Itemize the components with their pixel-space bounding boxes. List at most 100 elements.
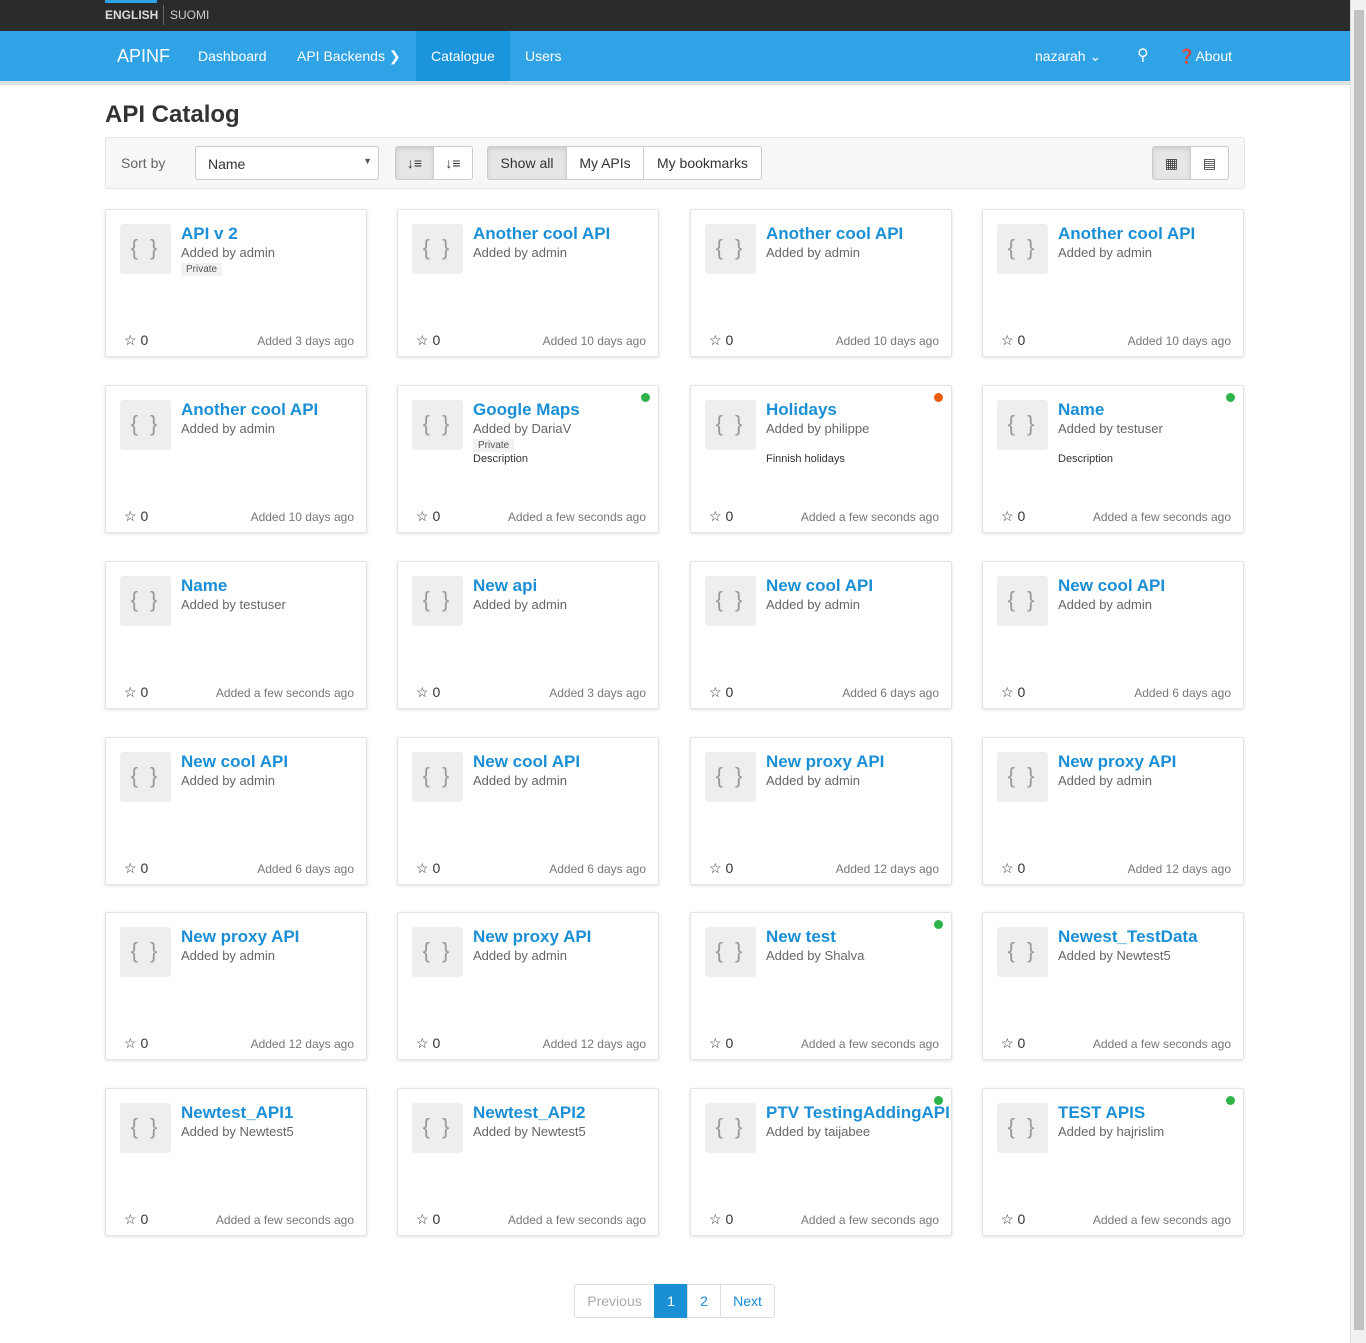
api-title-link[interactable]: Google Maps [473,400,580,420]
api-card[interactable]: { } Newtest_API2 Added by Newtest5 ☆ 0 Ad… [397,1088,659,1236]
bookmark-button[interactable]: ☆ 0 [124,684,148,701]
api-logo-braces-icon: { } [120,224,171,274]
bookmark-count: 0 [140,860,149,876]
api-card[interactable]: { } New proxy API Added by admin ☆ 0 Adde… [397,912,659,1060]
bookmark-button[interactable]: ☆ 0 [124,508,148,525]
bookmark-button[interactable]: ☆ 0 [124,332,148,349]
api-title-link[interactable]: Another cool API [181,400,318,420]
api-card[interactable]: { } Name Added by testuser Description ☆ 0… [982,385,1244,533]
api-title-link[interactable]: Name [181,576,227,596]
api-title-link[interactable]: PTV TestingAddingAPI [766,1103,950,1123]
bookmark-button[interactable]: ☆ 0 [416,1035,440,1052]
api-card[interactable]: { } New proxy API Added by admin ☆ 0 Adde… [690,737,952,885]
api-card[interactable]: { } PTV TestingAddingAPI Added by taijab… [690,1088,952,1236]
api-card[interactable]: { } Newest_TestData Added by Newtest5 ☆ 0… [982,912,1244,1060]
api-card[interactable]: { } New cool API Added by admin ☆ 0 Added… [690,561,952,709]
api-logo-braces-icon: { } [997,576,1048,626]
user-menu[interactable]: nazarah ⌄ [1020,31,1116,81]
scrollbar[interactable] [1350,0,1366,1343]
api-title-link[interactable]: New proxy API [473,927,591,947]
api-card[interactable]: { } Holidays Added by philippe Finnish ho… [690,385,952,533]
api-card[interactable]: { } Another cool API Added by admin ☆ 0 A… [397,209,659,357]
pagination-page-1[interactable]: 1 [654,1284,688,1318]
api-title-link[interactable]: API v 2 [181,224,238,244]
api-card[interactable]: { } New cool API Added by admin ☆ 0 Added… [982,561,1244,709]
api-card[interactable]: { } New api Added by admin ☆ 0 Added 3 da… [397,561,659,709]
bookmark-button[interactable]: ☆ 0 [124,1035,148,1052]
scrollbar-thumb[interactable] [1354,10,1364,1330]
api-title-link[interactable]: Name [1058,400,1104,420]
bookmark-button[interactable]: ☆ 0 [1001,1211,1025,1228]
api-title-link[interactable]: New proxy API [181,927,299,947]
bookmark-button[interactable]: ☆ 0 [1001,684,1025,701]
api-card[interactable]: { } Another cool API Added by admin ☆ 0 A… [690,209,952,357]
star-icon: ☆ [1001,332,1014,348]
nav-catalogue[interactable]: Catalogue [416,31,510,81]
bookmark-button[interactable]: ☆ 0 [1001,1035,1025,1052]
bookmark-button[interactable]: ☆ 0 [416,684,440,701]
api-title-link[interactable]: Holidays [766,400,837,420]
api-title-link[interactable]: Newtest_API2 [473,1103,585,1123]
api-card[interactable]: { } TEST APIS Added by hajrislim ☆ 0 Adde… [982,1088,1244,1236]
filter-my-apis[interactable]: My APIs [566,146,644,180]
api-title-link[interactable]: Newest_TestData [1058,927,1198,947]
api-title-link[interactable]: New cool API [766,576,873,596]
bookmark-button[interactable]: ☆ 0 [709,332,733,349]
api-title-link[interactable]: New cool API [181,752,288,772]
bookmark-button[interactable]: ☆ 0 [709,860,733,877]
pagination-previous[interactable]: Previous [574,1284,655,1318]
lang-suomi[interactable]: SUOMI [170,8,209,22]
api-card[interactable]: { } New cool API Added by admin ☆ 0 Added… [397,737,659,885]
pagination-page-2[interactable]: 2 [687,1284,721,1318]
brand-link[interactable]: APINF [102,31,185,81]
api-card[interactable]: { } New proxy API Added by admin ☆ 0 Adde… [105,912,367,1060]
api-card[interactable]: { } Google Maps Added by DariaV Private De… [397,385,659,533]
api-title-link[interactable]: Another cool API [473,224,610,244]
api-card[interactable]: { } Another cool API Added by admin ☆ 0 A… [105,385,367,533]
table-view-icon[interactable]: ▤ [1190,146,1229,180]
api-title-link[interactable]: New api [473,576,537,596]
bookmark-button[interactable]: ☆ 0 [416,860,440,877]
api-card[interactable]: { } New test Added by Shalva ☆ 0 Added a … [690,912,952,1060]
nav-users[interactable]: Users [510,31,577,81]
bookmark-button[interactable]: ☆ 0 [709,684,733,701]
bookmark-button[interactable]: ☆ 0 [1001,860,1025,877]
nav-dashboard[interactable]: Dashboard [183,31,282,81]
bookmark-button[interactable]: ☆ 0 [709,1035,733,1052]
filter-my-bookmarks[interactable]: My bookmarks [643,146,762,180]
bookmark-button[interactable]: ☆ 0 [416,1211,440,1228]
api-card[interactable]: { } Another cool API Added by admin ☆ 0 A… [982,209,1244,357]
about-link[interactable]: ❓About [1163,31,1247,81]
bookmark-button[interactable]: ☆ 0 [124,1211,148,1228]
bookmark-button[interactable]: ☆ 0 [1001,508,1025,525]
api-title-link[interactable]: Another cool API [766,224,903,244]
bookmark-button[interactable]: ☆ 0 [416,508,440,525]
bookmark-button[interactable]: ☆ 0 [709,1211,733,1228]
bookmark-button[interactable]: ☆ 0 [1001,332,1025,349]
api-card[interactable]: { } New cool API Added by admin ☆ 0 Added… [105,737,367,885]
sort-ascending-button[interactable]: ↓≡ [395,146,434,180]
nav-api-backends[interactable]: API Backends ❯ [282,31,416,81]
api-title-link[interactable]: Another cool API [1058,224,1195,244]
api-title-link[interactable]: Newtest_API1 [181,1103,293,1123]
bookmark-button[interactable]: ☆ 0 [709,508,733,525]
bookmark-button[interactable]: ☆ 0 [416,332,440,349]
api-card[interactable]: { } New proxy API Added by admin ☆ 0 Adde… [982,737,1244,885]
api-title-link[interactable]: New cool API [1058,576,1165,596]
api-title-link[interactable]: New proxy API [1058,752,1176,772]
sort-descending-button[interactable]: ↓≡ [433,146,473,180]
api-title-link[interactable]: TEST APIS [1058,1103,1145,1123]
bookmark-button[interactable]: ☆ 0 [124,860,148,877]
api-card[interactable]: { } Newtest_API1 Added by Newtest5 ☆ 0 Ad… [105,1088,367,1236]
api-card[interactable]: { } Name Added by testuser ☆ 0 Added a fe… [105,561,367,709]
api-title-link[interactable]: New test [766,927,836,947]
lang-english[interactable]: ENGLISH [105,0,158,22]
sort-select[interactable]: Name ▼ [195,146,379,180]
search-icon[interactable]: ⚲ [1122,31,1164,81]
api-title-link[interactable]: New proxy API [766,752,884,772]
pagination-next[interactable]: Next [720,1284,775,1318]
filter-show-all[interactable]: Show all [487,146,567,180]
grid-view-icon[interactable]: ▦ [1152,146,1191,180]
api-title-link[interactable]: New cool API [473,752,580,772]
api-card[interactable]: { } API v 2 Added by admin Private ☆ 0 Add… [105,209,367,357]
